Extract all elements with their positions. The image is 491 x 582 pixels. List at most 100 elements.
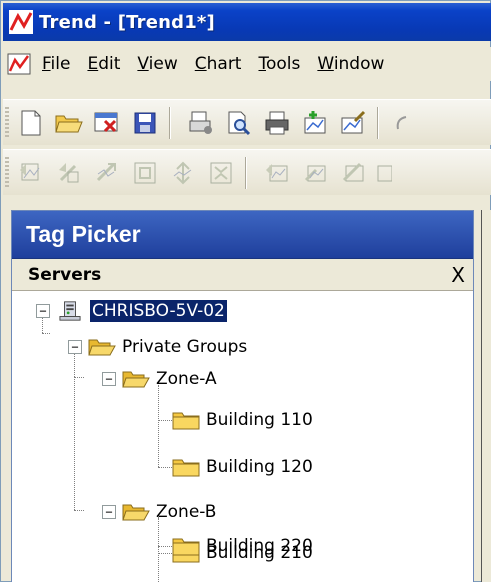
tree-node-private-groups[interactable]: − Private Groups [68,331,247,363]
menu-bar: File Edit View Chart Tools Window [3,47,491,81]
document-trend-icon[interactable] [7,53,31,75]
pan-diagonal-icon [96,162,116,181]
zoom-out-icon [210,162,232,183]
collapse-toggle[interactable]: − [68,340,82,354]
zoom-box-icon [377,165,392,181]
close-file-button[interactable] [91,107,123,139]
menu-file[interactable]: File [41,52,71,76]
tree-connector [158,385,159,467]
print-icon [265,111,289,134]
open-icon [55,115,83,132]
collapse-toggle[interactable]: − [102,505,116,519]
menu-view-mnemonic: V [137,54,149,74]
chart-toolbar [3,149,491,195]
tree-connector [74,377,75,510]
zone-a-label: Zone-A [156,369,217,389]
pan-back-icon [59,162,79,182]
save-icon [134,112,156,133]
building-120-label: Building 120 [206,457,313,477]
zoom-fit-icon [134,162,156,183]
pan-diagonal-button[interactable] [91,157,123,189]
zoom-out-button[interactable] [205,157,237,189]
move-diagonal-icon [342,162,364,181]
panel-title: Tag Picker [26,221,141,247]
close-icon[interactable]: X [451,265,465,285]
save-button[interactable] [129,107,161,139]
tree-connector [158,516,159,546]
menu-file-label: ile [50,54,71,74]
tree-node-building-120[interactable]: Building 120 [172,451,313,483]
tree-connector [74,377,84,378]
add-tag-icon [304,110,326,133]
pan-left-button[interactable] [15,157,47,189]
servers-label: Servers [28,264,102,285]
edit-tag-button[interactable] [337,107,369,139]
server-name: CHRISBO-5V-02 [90,300,227,322]
collapse-toggle[interactable]: − [102,372,116,386]
tree-connector [158,546,172,547]
menu-view[interactable]: View [136,52,178,76]
zoom-box-button[interactable] [375,157,393,189]
menu-window[interactable]: Window [316,52,385,76]
folder-icon [172,412,200,430]
open-folder-icon [122,371,150,388]
edit-tag-icon [341,110,366,133]
print-preview-button[interactable] [223,107,255,139]
chart-pane-edge [481,210,491,582]
zoom-in-button[interactable] [167,157,199,189]
menu-tools-label: ools [265,54,301,74]
tree-node-zone-a[interactable]: − Zone-A [102,363,217,395]
tree-node-zone-b[interactable]: − Zone-B [102,496,216,528]
tree-connector [74,510,84,511]
move-back-button[interactable] [299,157,331,189]
print-button[interactable] [261,107,293,139]
tree-node-server[interactable]: − CHRISBO-5V-02 [36,295,227,327]
move-left-icon [266,163,288,181]
menu-edit-label: dit [98,54,121,74]
open-folder-icon [122,504,150,521]
collapse-toggle[interactable]: − [36,304,50,318]
menu-chart-label: hart [206,54,242,74]
menu-tools[interactable]: Tools [257,52,301,76]
new-icon [21,110,41,135]
open-button[interactable] [53,107,85,139]
folder-icon [172,459,200,477]
move-diagonal-button[interactable] [337,157,369,189]
print-setup-button[interactable] [185,107,217,139]
window-title: Trend - [Trend1*] [39,11,215,33]
trend-app-icon [9,10,33,34]
title-bar[interactable]: Trend - [Trend1*] [3,3,491,41]
menu-chart[interactable]: Chart [194,52,243,76]
undo-button[interactable] [393,107,409,139]
tree-connector [42,333,50,334]
new-button[interactable] [15,107,47,139]
server-icon [59,301,81,321]
building-220-label: Building 220 [206,536,313,556]
add-tag-button[interactable] [299,107,331,139]
tag-picker-header: Tag Picker [12,211,473,259]
move-left-button[interactable] [261,157,293,189]
move-back-icon [304,165,326,181]
folder-icon [172,538,200,556]
menu-edit[interactable]: Edit [86,52,121,76]
menu-tools-mnemonic: T [258,54,266,74]
servers-bar: Servers X [12,259,473,291]
tree-node-building-220[interactable]: Building 220 [172,530,313,562]
pan-back-button[interactable] [53,157,85,189]
undo-icon [396,115,407,129]
print-setup-icon [189,111,212,134]
open-folder-icon [88,339,116,356]
toolbar-grip[interactable] [5,106,9,139]
zoom-fit-button[interactable] [129,157,161,189]
standard-toolbar [3,99,491,145]
tree-node-building-110[interactable]: Building 110 [172,404,313,436]
menu-window-mnemonic: W [317,54,334,74]
toolbar-grip[interactable] [5,156,9,189]
zoom-in-icon [173,161,192,184]
tag-picker-panel: Tag Picker Servers X − CHRISBO-5V-02 − P… [11,210,474,582]
menu-edit-mnemonic: E [87,54,99,74]
pan-left-icon [20,163,40,180]
close-file-icon [94,112,118,132]
menu-window-label: indow [333,54,385,74]
menu-file-mnemonic: F [42,54,51,74]
